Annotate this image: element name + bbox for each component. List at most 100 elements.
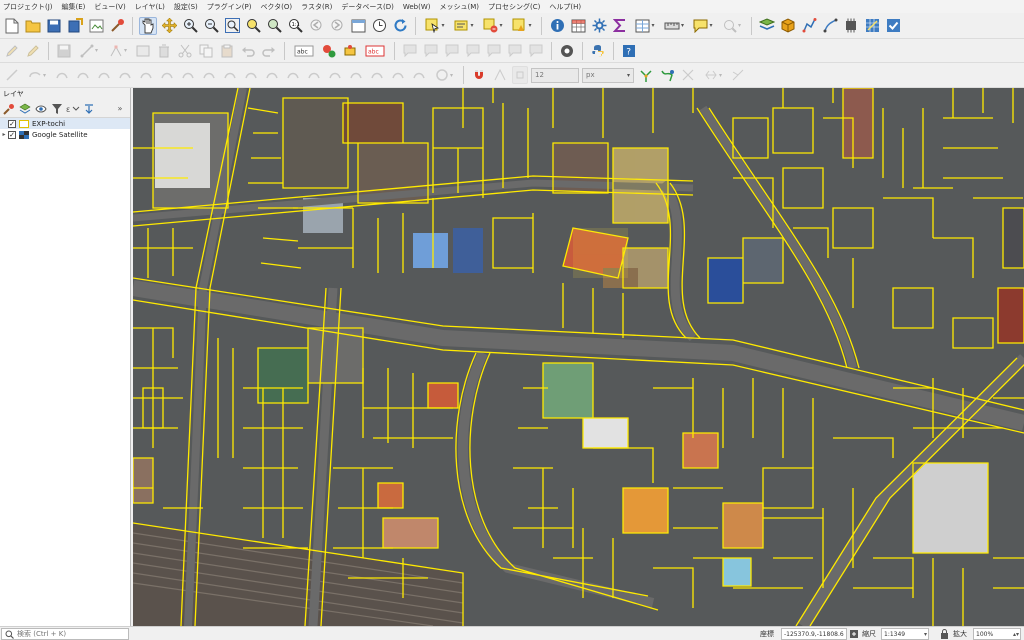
copy-features-button[interactable] [197, 42, 215, 60]
edit-tool-button-20[interactable] [410, 66, 428, 84]
map-canvas[interactable] [133, 88, 1024, 626]
menu-item-3[interactable]: レイヤ(L) [135, 2, 165, 12]
layer-grid-button[interactable] [863, 17, 881, 35]
edit-tool-button-5[interactable] [95, 66, 113, 84]
add-group-button[interactable] [18, 102, 32, 116]
edit-tool-button-3[interactable] [53, 66, 71, 84]
collapse-all-button[interactable]: » [113, 102, 127, 116]
new-project-button[interactable] [3, 17, 21, 35]
open-project-button[interactable] [24, 17, 42, 35]
topological-editing-button[interactable] [637, 66, 655, 84]
select-by-value-button[interactable]: ▾ [451, 17, 477, 35]
edit-tool-button-1[interactable] [3, 66, 21, 84]
edit-tool-button-15[interactable] [305, 66, 323, 84]
annotation-button-6[interactable] [506, 42, 524, 60]
undo-button[interactable] [239, 42, 257, 60]
edit-tool-button-21[interactable]: ▾ [431, 66, 457, 84]
field-calculator-button[interactable]: ▾ [632, 17, 658, 35]
measure-button[interactable]: ▾ [661, 17, 687, 35]
add-feature-button[interactable]: ▾ [76, 42, 102, 60]
filter-legend-button[interactable] [50, 102, 64, 116]
zoom-native-button[interactable]: 1:1 [286, 17, 304, 35]
expand-arrow-icon[interactable]: ▸ [0, 131, 8, 138]
edit-tool-button-6[interactable] [116, 66, 134, 84]
cut-features-button[interactable] [176, 42, 194, 60]
menu-item-4[interactable]: 設定(S) [174, 2, 198, 12]
open-layer-styling-button[interactable] [2, 102, 16, 116]
zoom-next-button[interactable] [328, 17, 346, 35]
zoom-to-selection-button[interactable] [244, 17, 262, 35]
coordinate-field[interactable]: -125370.9,-11808.6 [781, 628, 847, 640]
layer-visibility-checkbox[interactable]: ✓ [8, 130, 16, 139]
label-toolbar-button[interactable]: abc [291, 42, 317, 60]
print-layout-button[interactable] [87, 17, 105, 35]
intersection-snap-button[interactable] [729, 66, 747, 84]
menu-item-9[interactable]: Web(W) [403, 3, 431, 11]
refresh-button[interactable] [391, 17, 409, 35]
annotation-button-7[interactable] [527, 42, 545, 60]
vertex-tool-button[interactable]: ▾ [105, 42, 131, 60]
menu-item-1[interactable]: 編集(E) [62, 2, 86, 12]
pan-to-selection-button[interactable] [160, 17, 178, 35]
self-snap-button[interactable] [679, 66, 697, 84]
add-raster-button[interactable] [779, 17, 797, 35]
current-edits-button[interactable] [3, 42, 21, 60]
coordinate-toggle-icon[interactable] [849, 629, 859, 639]
menu-item-2[interactable]: ビュー(V) [94, 2, 125, 12]
select-features-button[interactable]: ▾ [422, 17, 448, 35]
menu-item-10[interactable]: メッシュ(M) [440, 2, 480, 12]
edit-tool-button-17[interactable] [347, 66, 365, 84]
diagram-button[interactable] [320, 42, 338, 60]
identify-button[interactable] [548, 17, 566, 35]
menu-item-12[interactable]: ヘルプ(H) [549, 2, 581, 12]
save-as-button[interactable] [66, 17, 84, 35]
locator-bar[interactable] [1, 628, 129, 640]
help-button[interactable]: ? [620, 42, 638, 60]
trace-button[interactable] [658, 66, 676, 84]
expand-all-button[interactable] [82, 102, 96, 116]
split-snap-button[interactable]: ▾ [700, 66, 726, 84]
add-vector-button[interactable] [758, 17, 776, 35]
manage-visibility-button[interactable] [34, 102, 48, 116]
digitize-button[interactable] [800, 17, 818, 35]
locator-input[interactable] [17, 630, 127, 638]
temporal-controller-button[interactable] [370, 17, 388, 35]
annotation-button-3[interactable] [443, 42, 461, 60]
edit-tool-button-7[interactable] [137, 66, 155, 84]
plugin-button[interactable] [842, 17, 860, 35]
layer-row-exp-tochi[interactable]: ✓ EXP-tochi [0, 118, 130, 129]
processing-toolbox-button[interactable] [590, 17, 608, 35]
zoom-in-button[interactable] [181, 17, 199, 35]
edit-tool-button-8[interactable] [158, 66, 176, 84]
edit-tool-button-14[interactable] [284, 66, 302, 84]
scale-field[interactable]: 1:1349 ▾ [881, 628, 929, 640]
snap-type-button[interactable] [512, 66, 528, 84]
toggle-editing-button[interactable] [24, 42, 42, 60]
menu-item-8[interactable]: データベース(D) [341, 2, 394, 12]
menu-item-6[interactable]: ベクタ(O) [260, 2, 292, 12]
style-manager-button[interactable] [108, 17, 126, 35]
snapping-toggle-button[interactable] [470, 66, 488, 84]
snap-tolerance-input[interactable]: 12 [531, 67, 579, 83]
python-console-button[interactable] [589, 42, 607, 60]
edit-tool-button-4[interactable] [74, 66, 92, 84]
lock-icon[interactable] [940, 629, 949, 639]
redo-button[interactable] [260, 42, 278, 60]
deselect-button[interactable]: ▾ [480, 17, 506, 35]
edit-tool-button-11[interactable] [221, 66, 239, 84]
edit-tool-button-13[interactable] [263, 66, 281, 84]
edit-tool-button-12[interactable] [242, 66, 260, 84]
new-map-view-button[interactable] [349, 17, 367, 35]
zoom-out-button[interactable] [202, 17, 220, 35]
snap-unit-select[interactable]: px ▾ [582, 67, 634, 83]
edit-tool-button-2[interactable]: ▾ [24, 66, 50, 84]
show-labels-button[interactable]: abc [362, 42, 388, 60]
attribute-table-button[interactable] [569, 17, 587, 35]
zoom-last-button[interactable] [307, 17, 325, 35]
gps-button[interactable] [558, 42, 576, 60]
annotation-button-2[interactable] [422, 42, 440, 60]
menu-item-0[interactable]: プロジェクト(J) [3, 2, 53, 12]
annotation-button-5[interactable] [485, 42, 503, 60]
edit-tool-button-16[interactable] [326, 66, 344, 84]
layer-visibility-checkbox[interactable]: ✓ [8, 119, 16, 128]
